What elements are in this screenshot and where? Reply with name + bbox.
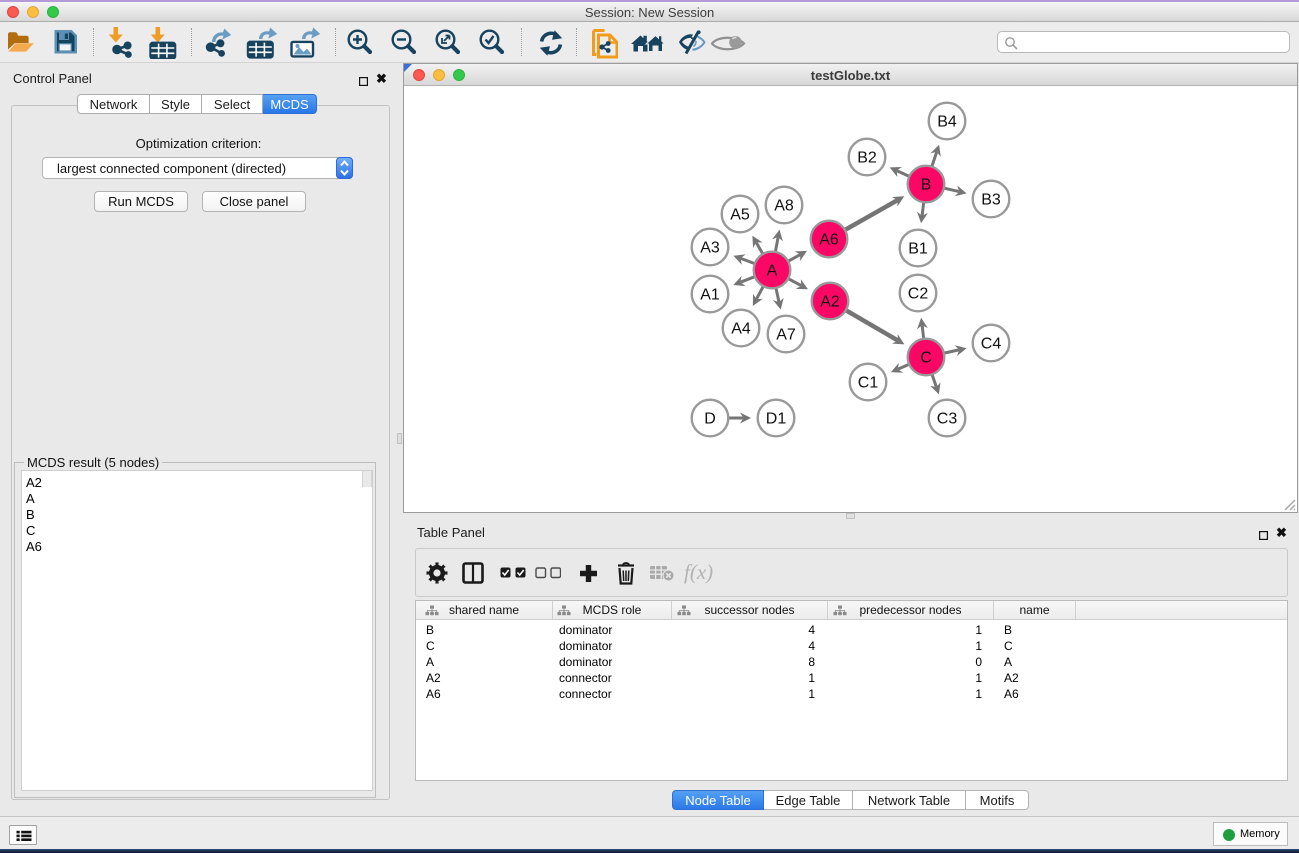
svg-text:B2: B2 — [857, 150, 877, 167]
svg-text:C3: C3 — [937, 411, 958, 428]
svg-text:D1: D1 — [766, 411, 787, 428]
svg-text:A3: A3 — [700, 240, 720, 257]
svg-text:C: C — [920, 350, 932, 367]
svg-text:C2: C2 — [908, 286, 929, 303]
svg-text:B: B — [921, 177, 932, 194]
svg-text:D: D — [704, 411, 716, 428]
svg-text:A5: A5 — [730, 207, 750, 224]
svg-text:A6: A6 — [819, 232, 839, 249]
svg-text:A7: A7 — [776, 327, 796, 344]
svg-text:A1: A1 — [700, 287, 720, 304]
svg-text:C1: C1 — [858, 375, 879, 392]
svg-text:A2: A2 — [820, 294, 840, 311]
svg-text:B3: B3 — [981, 192, 1001, 209]
svg-text:B1: B1 — [908, 241, 928, 258]
svg-text:C4: C4 — [981, 336, 1002, 353]
svg-text:A8: A8 — [774, 198, 794, 215]
svg-text:B4: B4 — [937, 114, 957, 131]
svg-text:A: A — [767, 263, 778, 280]
svg-text:A4: A4 — [731, 321, 751, 338]
